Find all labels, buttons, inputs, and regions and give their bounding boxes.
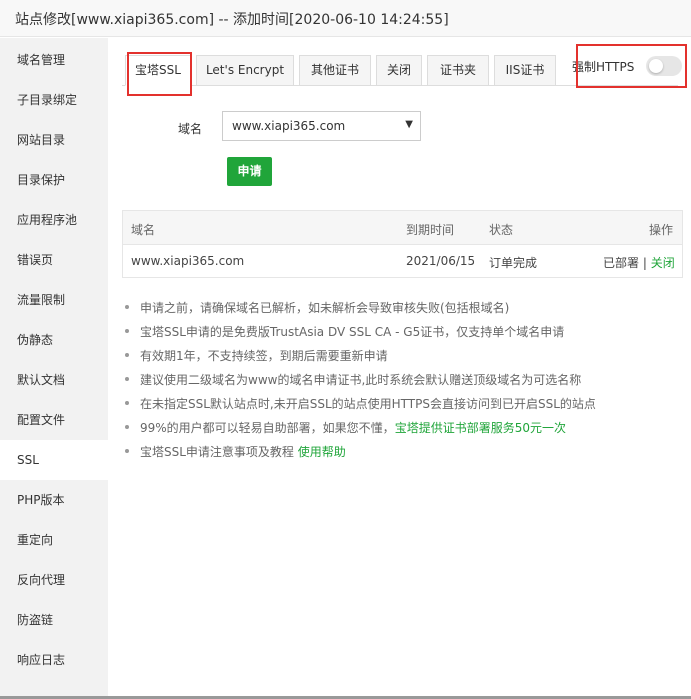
help-link[interactable]: 使用帮助 bbox=[298, 445, 346, 459]
tip-item: 99%的用户都可以轻易自助部署，如果您不懂，宝塔提供证书部署服务50元一次 bbox=[122, 419, 566, 436]
window-title: 站点修改[www.xiapi365.com] -- 添加时间[2020-06-1… bbox=[15, 12, 449, 28]
row-expiry: 2021/06/15 bbox=[406, 254, 476, 268]
tab-iis-cert[interactable]: IIS证书 bbox=[494, 55, 556, 86]
action-deployed[interactable]: 已部署 bbox=[603, 256, 639, 270]
tip-item: 宝塔SSL申请的是免费版TrustAsia DV SSL CA - G5证书，仅… bbox=[122, 323, 564, 340]
toggle-knob bbox=[649, 59, 663, 73]
tip-item: 有效期1年，不支持续签，到期后需要重新申请 bbox=[122, 347, 388, 364]
sidebar-item-app-pool[interactable]: 应用程序池 bbox=[0, 200, 108, 240]
tip-item: 宝塔SSL申请注意事项及教程 使用帮助 bbox=[122, 443, 346, 460]
apply-button[interactable]: 申请 bbox=[227, 157, 272, 186]
tip-item: 在未指定SSL默认站点时,未开启SSL的站点使用HTTPS会直接访问到已开启SS… bbox=[122, 395, 596, 412]
tip-text: 申请之前，请确保域名已解析，如未解析会导致审核失败(包括根域名) bbox=[140, 301, 510, 315]
force-https-label: 强制HTTPS bbox=[572, 60, 635, 74]
domain-label: 域名 bbox=[178, 122, 203, 136]
deploy-service-link[interactable]: 宝塔提供证书部署服务50元一次 bbox=[395, 421, 566, 435]
tip-text: 宝塔SSL申请的是免费版TrustAsia DV SSL CA - G5证书，仅… bbox=[140, 325, 565, 339]
sidebar-item-hotlink-protection[interactable]: 防盗链 bbox=[0, 600, 108, 640]
header-status: 状态 bbox=[489, 223, 514, 237]
caret-down-icon: ▼ bbox=[405, 119, 413, 130]
header-domain: 域名 bbox=[131, 223, 156, 237]
domain-select-value: www.xiapi365.com bbox=[232, 119, 346, 133]
header-expiry: 到期时间 bbox=[406, 223, 455, 237]
sidebar-item-config-file[interactable]: 配置文件 bbox=[0, 400, 108, 440]
cert-table: 域名 到期时间 状态 操作 www.xiapi365.com 2021/06/1… bbox=[122, 210, 683, 278]
sidebar-item-redirect[interactable]: 重定向 bbox=[0, 520, 108, 560]
sidebar-item-error-page[interactable]: 错误页 bbox=[0, 240, 108, 280]
sidebar-item-rewrite[interactable]: 伪静态 bbox=[0, 320, 108, 360]
header-action: 操作 bbox=[649, 223, 674, 237]
tab-close[interactable]: 关闭 bbox=[376, 55, 422, 86]
tab-cert-folder[interactable]: 证书夹 bbox=[427, 55, 489, 86]
force-https-toggle[interactable] bbox=[646, 56, 682, 76]
tab-lets-encrypt[interactable]: Let's Encrypt bbox=[196, 55, 294, 86]
row-status: 订单完成 bbox=[489, 256, 538, 270]
sidebar-item-traffic-limit[interactable]: 流量限制 bbox=[0, 280, 108, 320]
sidebar-item-site-directory[interactable]: 网站目录 bbox=[0, 120, 108, 160]
row-action: 已部署 | 关闭 bbox=[603, 254, 675, 271]
sidebar-item-php-version[interactable]: PHP版本 bbox=[0, 480, 108, 520]
tip-text: 在未指定SSL默认站点时,未开启SSL的站点使用HTTPS会直接访问到已开启SS… bbox=[140, 397, 596, 411]
tip-item: 申请之前，请确保域名已解析，如未解析会导致审核失败(包括根域名) bbox=[122, 299, 509, 316]
tab-baota-ssl[interactable]: 宝塔SSL bbox=[125, 55, 191, 86]
tip-text: 99%的用户都可以轻易自助部署，如果您不懂， bbox=[140, 421, 395, 435]
action-separator: | bbox=[639, 256, 651, 270]
action-close-link[interactable]: 关闭 bbox=[651, 256, 675, 270]
tip-text: 宝塔SSL申请注意事项及教程 bbox=[140, 445, 298, 459]
sidebar-item-domain-management[interactable]: 域名管理 bbox=[0, 40, 108, 80]
tab-other-cert[interactable]: 其他证书 bbox=[299, 55, 371, 86]
tip-item: 建议使用二级域名为www的域名申请证书,此时系统会默认赠送顶级域名为可选名称 bbox=[122, 371, 581, 388]
tip-text: 建议使用二级域名为www的域名申请证书,此时系统会默认赠送顶级域名为可选名称 bbox=[140, 373, 582, 387]
sidebar-item-subdirectory-binding[interactable]: 子目录绑定 bbox=[0, 80, 108, 120]
row-domain: www.xiapi365.com bbox=[131, 254, 245, 268]
tip-text: 有效期1年，不支持续签，到期后需要重新申请 bbox=[140, 349, 388, 363]
sidebar: 域名管理 子目录绑定 网站目录 目录保护 应用程序池 错误页 流量限制 伪静态 … bbox=[0, 38, 108, 699]
sidebar-item-reverse-proxy[interactable]: 反向代理 bbox=[0, 560, 108, 600]
ssl-panel: 宝塔SSL Let's Encrypt 其他证书 关闭 证书夹 IIS证书 强制… bbox=[108, 38, 691, 699]
sidebar-item-default-doc[interactable]: 默认文档 bbox=[0, 360, 108, 400]
title-bar: 站点修改[www.xiapi365.com] -- 添加时间[2020-06-1… bbox=[0, 0, 691, 37]
sidebar-item-response-log[interactable]: 响应日志 bbox=[0, 640, 108, 680]
sidebar-item-directory-protection[interactable]: 目录保护 bbox=[0, 160, 108, 200]
table-header: 域名 到期时间 状态 操作 bbox=[123, 211, 682, 245]
domain-select[interactable]: www.xiapi365.com ▼ bbox=[222, 111, 421, 141]
table-row: www.xiapi365.com 2021/06/15 订单完成 已部署 | 关… bbox=[123, 245, 682, 278]
sidebar-item-ssl[interactable]: SSL bbox=[0, 440, 108, 480]
